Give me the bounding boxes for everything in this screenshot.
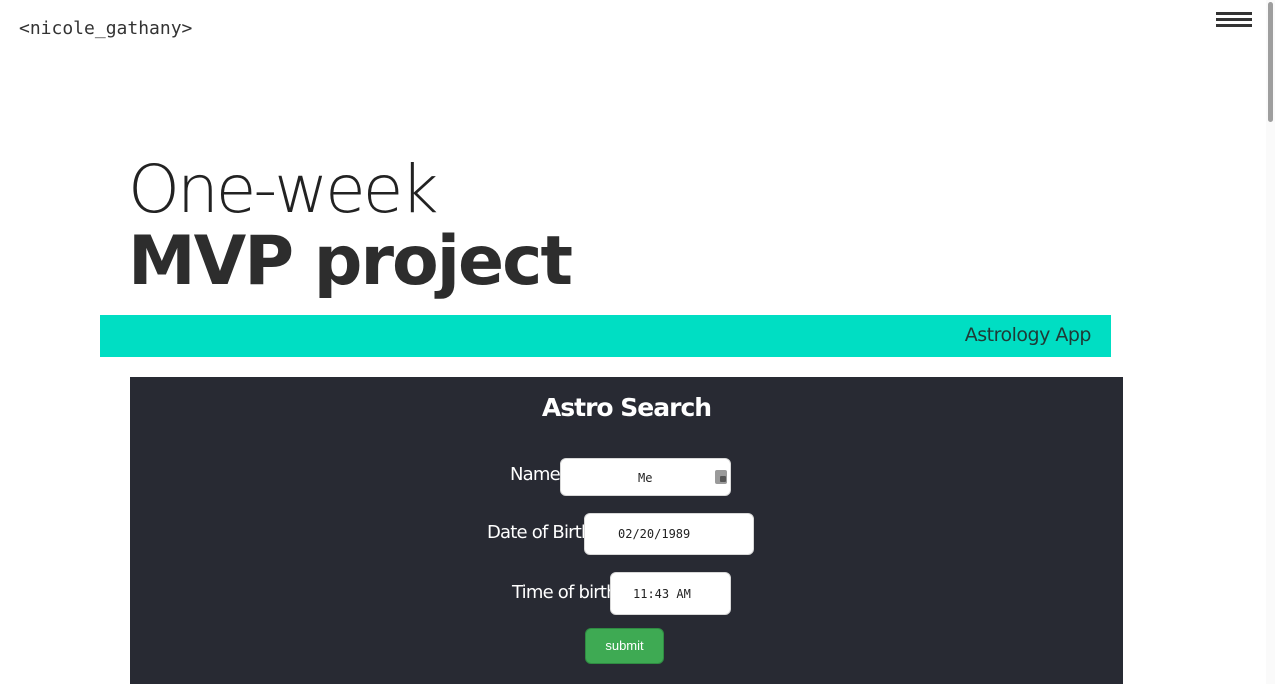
menu-bar bbox=[1216, 12, 1252, 15]
name-label: Name bbox=[510, 464, 561, 485]
name-value: Me bbox=[638, 471, 653, 485]
dob-value: 02/20/1989 bbox=[618, 527, 691, 541]
dob-label: Date of Birth bbox=[487, 522, 592, 543]
menu-bar bbox=[1216, 18, 1252, 21]
page: <nicole_gathany> One-week MVP project As… bbox=[0, 0, 1275, 684]
submit-button[interactable]: submit bbox=[585, 628, 664, 664]
app-screenshot: Astro Search Name Me Date of Birth 02/20… bbox=[130, 377, 1123, 684]
app-title: Astro Search bbox=[541, 393, 712, 422]
name-field[interactable]: Me bbox=[560, 458, 731, 496]
scrollbar-thumb[interactable] bbox=[1268, 2, 1273, 122]
hamburger-menu-icon[interactable] bbox=[1216, 12, 1252, 28]
autofill-icon[interactable] bbox=[715, 470, 727, 484]
project-band: Astrology App bbox=[100, 315, 1111, 357]
tob-label: Time of birth bbox=[512, 582, 618, 603]
site-logo[interactable]: <nicole_gathany> bbox=[19, 18, 192, 39]
menu-bar bbox=[1216, 24, 1252, 27]
page-title-line1: One-week bbox=[128, 151, 439, 228]
tob-value: 11:43 AM bbox=[633, 587, 691, 601]
page-title-line2: MVP project bbox=[128, 222, 573, 301]
dob-field[interactable]: 02/20/1989 bbox=[584, 513, 754, 555]
project-label: Astrology App bbox=[964, 324, 1092, 346]
tob-field[interactable]: 11:43 AM bbox=[610, 572, 731, 615]
